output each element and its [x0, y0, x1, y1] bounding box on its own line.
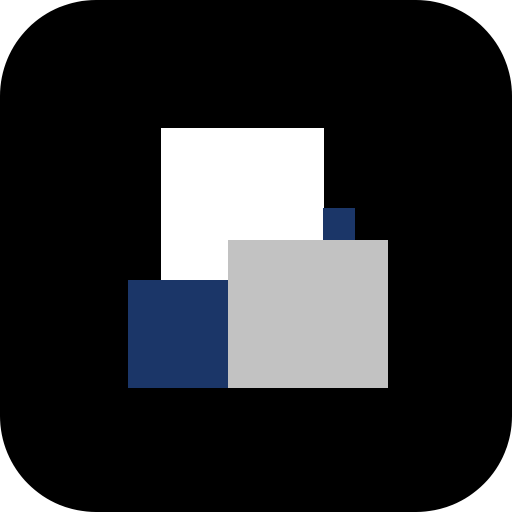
app-icon	[0, 0, 512, 512]
small-navy-square-shape	[323, 208, 355, 240]
navy-square-shape	[128, 280, 228, 388]
grey-square-shape	[228, 240, 388, 388]
